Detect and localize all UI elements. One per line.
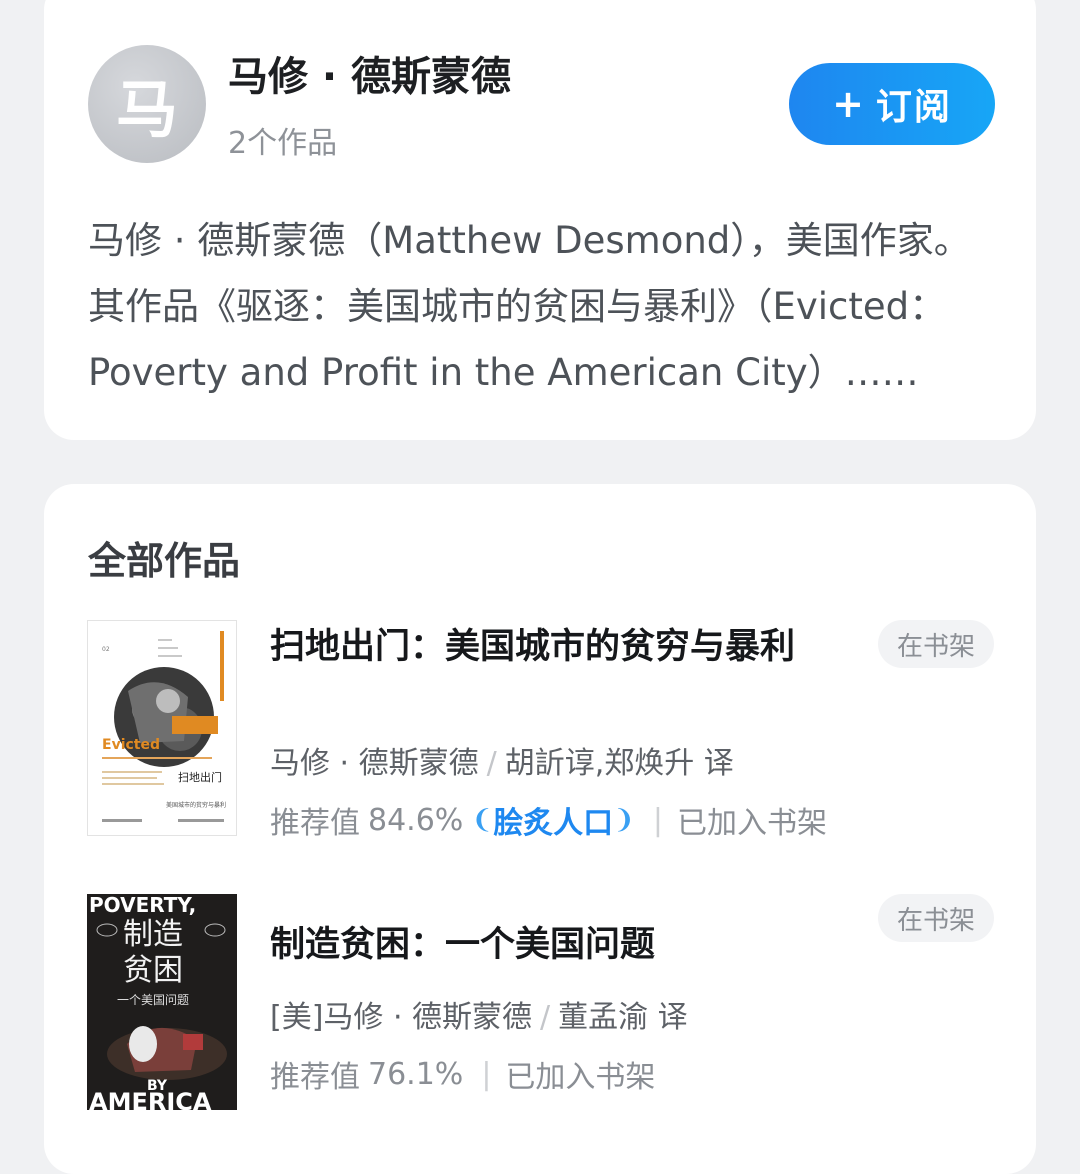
book-meta: 推荐值 76.1% | 已加入书架 xyxy=(270,1052,655,1096)
author-avatar[interactable]: 马 xyxy=(88,45,206,163)
svg-text:美国城市的贫穷与暴利: 美国城市的贫穷与暴利 xyxy=(166,801,226,809)
rating-value: 76.1% xyxy=(368,1056,464,1092)
separator: / xyxy=(486,746,497,781)
book-title[interactable]: 制造贫困：一个美国问题 xyxy=(270,918,850,972)
book-meta: 推荐值 84.6% ❨ 脍炙人口 ❩ | 已加入书架 xyxy=(270,798,827,842)
book-cover[interactable]: POVERTY, 制造 贫困 一个美国问题 BY AMERICA xyxy=(87,894,237,1110)
svg-text:02: 02 xyxy=(102,646,110,653)
shelf-status: 已加入书架 xyxy=(505,1060,656,1095)
book-authors[interactable]: [美]马修 · 德斯蒙德 / 董孟渝 译 xyxy=(270,992,688,1036)
works-card: 全部作品 02 Evicted 扫地出门 美国城市的贫穷与暴利 扫地出门：美国城… xyxy=(44,484,1036,1174)
book-item[interactable]: 02 Evicted 扫地出门 美国城市的贫穷与暴利 扫地出门：美国城市的贫穷与… xyxy=(44,620,1036,850)
book-author: 马修 · 德斯蒙德 xyxy=(270,746,479,781)
award-badge: ❨ 脍炙人口 ❩ xyxy=(471,798,635,842)
badge-label: 脍炙人口 xyxy=(493,806,614,841)
book-author: [美]马修 · 德斯蒙德 xyxy=(270,1000,533,1035)
book-translators: 胡訢谆,郑焕升 译 xyxy=(504,746,734,781)
plus-icon: + xyxy=(832,82,866,126)
subscribe-label: 订阅 xyxy=(875,87,952,128)
on-shelf-tag[interactable]: 在书架 xyxy=(878,894,994,942)
author-bio[interactable]: 马修 · 德斯蒙德（Matthew Desmond），美国作家。其作品《驱逐：美… xyxy=(88,208,988,406)
book-authors[interactable]: 马修 · 德斯蒙德 / 胡訢谆,郑焕升 译 xyxy=(270,738,734,782)
svg-text:Evicted: Evicted xyxy=(102,737,160,753)
laurel-left-icon: ❨ xyxy=(471,805,494,835)
author-card: 马 马修 · 德斯蒙德 2个作品 + 订阅 马修 · 德斯蒙德（Matthew … xyxy=(44,0,1036,440)
laurel-right-icon: ❩ xyxy=(613,805,635,835)
svg-text:POVERTY,: POVERTY, xyxy=(89,894,196,917)
book-cover-art: 02 Evicted 扫地出门 美国城市的贫穷与暴利 xyxy=(88,621,236,835)
divider: | xyxy=(481,1056,492,1092)
book-title[interactable]: 扫地出门：美国城市的贫穷与暴利 xyxy=(270,620,850,674)
work-count: 2个作品 xyxy=(228,126,338,161)
svg-text:一个美国问题: 一个美国问题 xyxy=(117,993,189,1007)
rating-label: 推荐值 xyxy=(270,806,360,841)
book-item[interactable]: POVERTY, 制造 贫困 一个美国问题 BY AMERICA 制造贫困：一个… xyxy=(44,894,1036,1124)
book-cover-art: POVERTY, 制造 贫困 一个美国问题 BY AMERICA xyxy=(87,894,237,1110)
shelf-status: 已加入书架 xyxy=(677,806,828,841)
book-cover[interactable]: 02 Evicted 扫地出门 美国城市的贫穷与暴利 xyxy=(87,620,237,836)
subscribe-button[interactable]: + 订阅 xyxy=(789,63,995,145)
svg-text:扫地出门: 扫地出门 xyxy=(178,770,222,784)
book-translators: 董孟渝 译 xyxy=(558,1000,688,1035)
rating-value: 84.6% xyxy=(368,802,464,838)
divider: | xyxy=(652,802,664,838)
svg-text:AMERICA: AMERICA xyxy=(89,1088,212,1110)
rating-label: 推荐值 xyxy=(270,1060,360,1095)
on-shelf-tag[interactable]: 在书架 xyxy=(878,620,994,668)
svg-text:贫困: 贫困 xyxy=(123,953,183,988)
svg-text:制造: 制造 xyxy=(123,917,183,952)
section-title: 全部作品 xyxy=(88,539,241,583)
separator: / xyxy=(540,1000,551,1035)
author-name: 马修 · 德斯蒙德 xyxy=(228,54,512,100)
